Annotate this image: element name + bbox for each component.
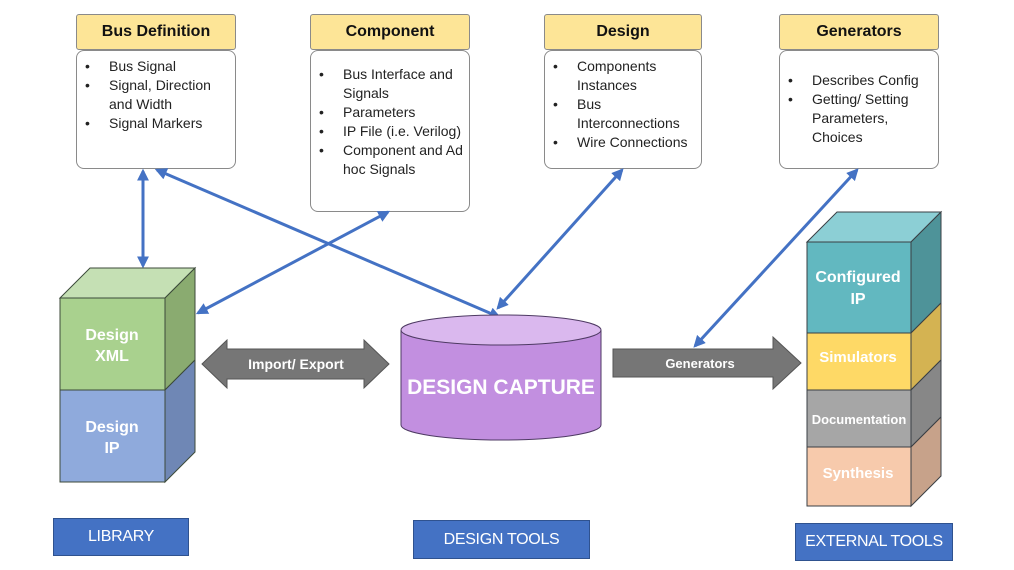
configured-ip-label-2: IP [850,291,865,308]
library-label: LIBRARY [53,518,189,556]
synthesis-label: Synthesis [823,465,894,482]
design-capture-label: DESIGN CAPTURE [407,376,595,399]
generators-arrow-label: Generators [665,356,734,371]
configured-ip-block [806,241,912,334]
library-stack [58,266,197,484]
design-ip-block [59,389,166,483]
library-label-text: LIBRARY [87,528,155,545]
simulators-label: Simulators [819,349,897,366]
design-xml-block [59,297,166,391]
external-tools-label: EXTERNAL TOOLS [795,523,953,561]
diagram-canvas: Design XML Design IP Import/ Export DESI… [58,168,943,508]
design-ip-label-1: Design [85,419,138,436]
configured-ip-label-1: Configured [815,269,900,286]
design-xml-label-2: XML [95,348,129,365]
design-ip-label-2: IP [104,440,119,457]
import-export-label: Import/ Export [248,356,344,372]
documentation-label: Documentation [812,412,907,427]
design-xml-label-1: Design [85,327,138,344]
external-tools-label-text: EXTERNAL TOOLS [805,533,943,550]
design-tools-label: DESIGN TOOLS [413,520,590,559]
design-tools-label-text: DESIGN TOOLS [443,530,560,548]
connector-design-to-capture [496,168,624,310]
